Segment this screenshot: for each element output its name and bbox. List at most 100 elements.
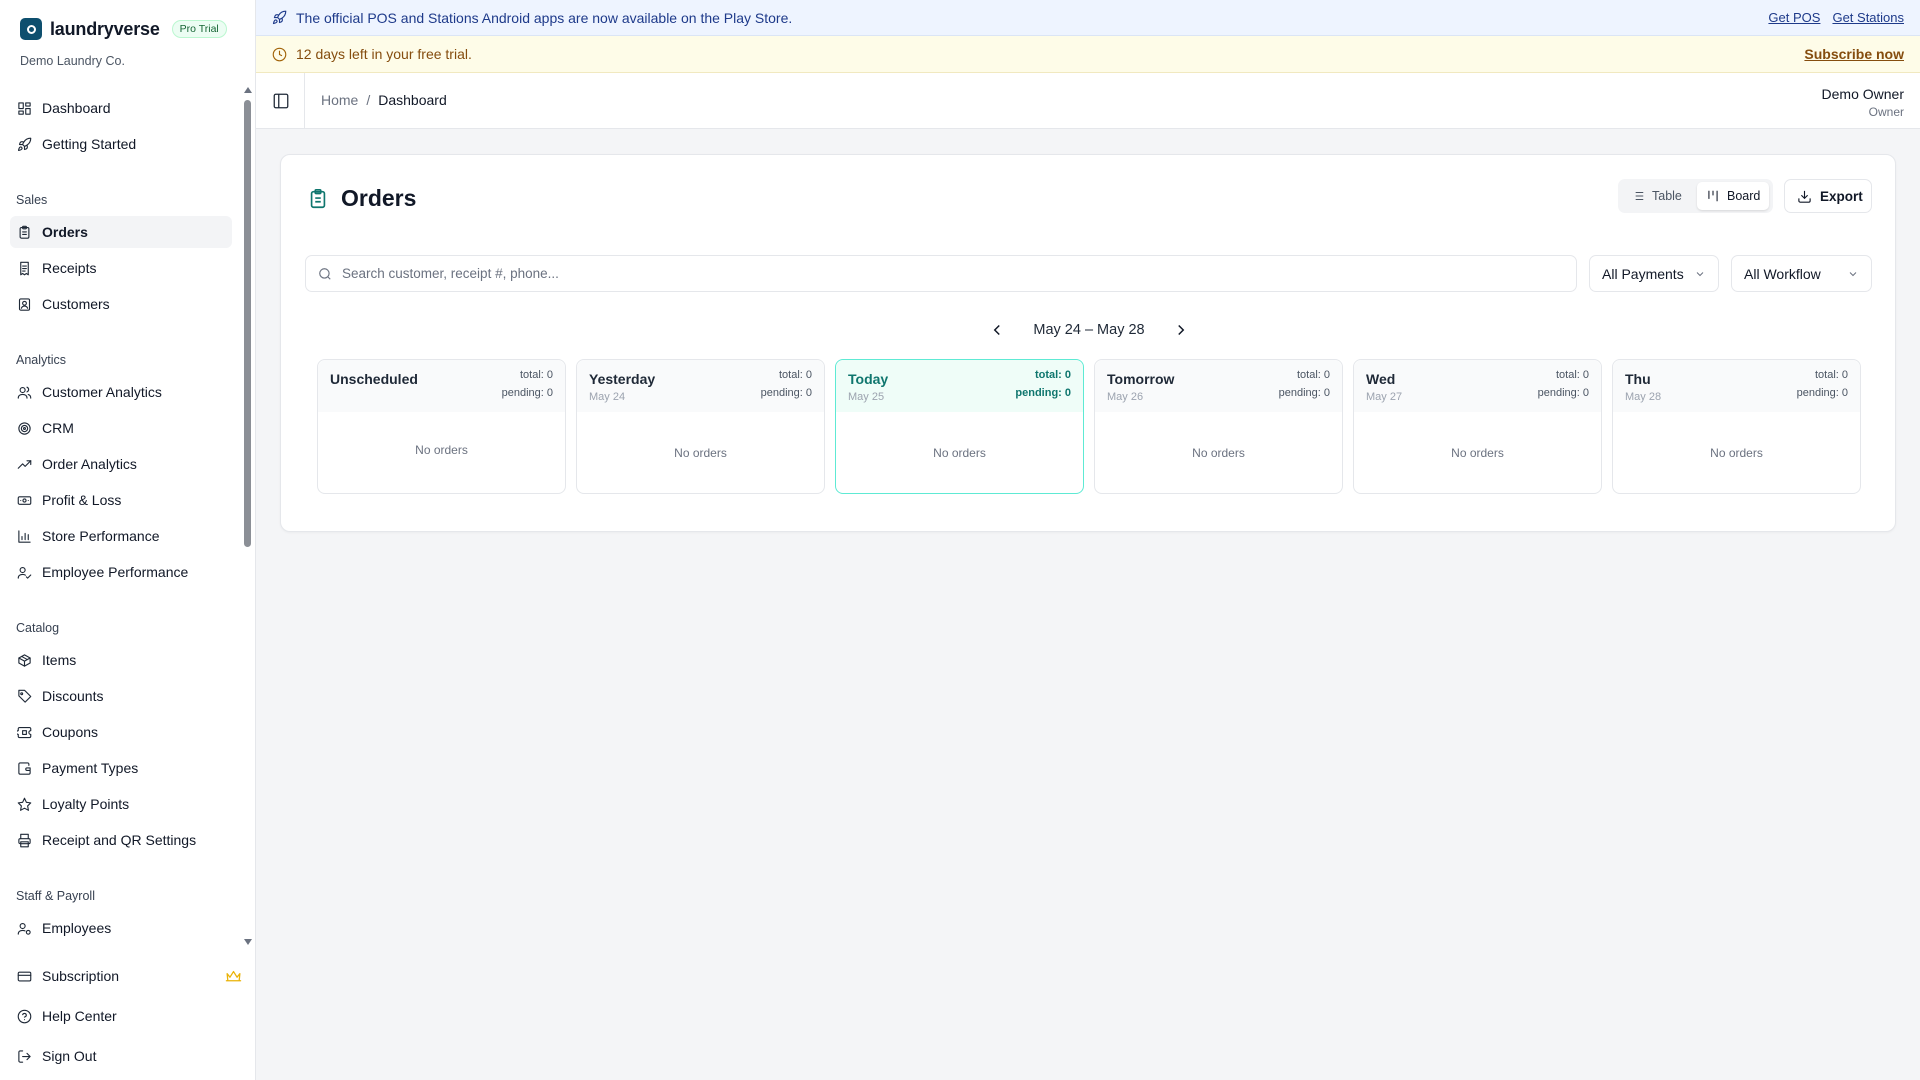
view-toggle: Table Board <box>1618 179 1773 213</box>
sidebar-item-receipt-qr-settings[interactable]: Receipt and QR Settings <box>10 824 232 856</box>
sidebar-toggle-button[interactable] <box>272 92 290 110</box>
sidebar-item-label: Subscription <box>42 968 120 984</box>
board-column-today: Today May 25 total: 0 pending: 0 No orde… <box>835 359 1084 494</box>
table-view-button[interactable]: Table <box>1622 182 1691 210</box>
sidebar-item-store-performance[interactable]: Store Performance <box>10 520 232 552</box>
sidebar-item-label: Customers <box>42 296 110 312</box>
workflow-filter-value: All Workflow <box>1744 265 1821 282</box>
next-range-button[interactable] <box>1172 321 1190 339</box>
get-pos-link[interactable]: Get POS <box>1768 10 1820 25</box>
board-view-label: Board <box>1727 189 1761 203</box>
sidebar-item-employee-performance[interactable]: Employee Performance <box>10 556 232 588</box>
column-empty-state: No orders <box>674 446 727 460</box>
log-out-icon <box>18 1049 31 1063</box>
sidebar-item-discounts[interactable]: Discounts <box>10 680 232 712</box>
column-pending: pending: 0 <box>1796 387 1848 399</box>
clock-icon <box>272 47 287 61</box>
bar-chart-icon <box>18 529 31 543</box>
column-empty-state: No orders <box>1710 446 1763 460</box>
column-date: May 27 <box>1366 391 1403 403</box>
sidebar-item-employees[interactable]: Employees <box>10 912 232 944</box>
brand[interactable]: laundryverse Pro Trial <box>20 18 227 40</box>
dashboard-icon <box>18 101 31 115</box>
sidebar-item-label: Payment Types <box>42 760 139 776</box>
download-icon <box>1798 190 1811 203</box>
sidebar-item-label: Help Center <box>42 1008 117 1024</box>
banknote-icon <box>17 495 32 505</box>
nav-group-staff-payroll: Staff & Payroll <box>16 889 95 903</box>
sidebar-item-crm[interactable]: CRM <box>10 412 232 444</box>
company-name: Demo Laundry Co. <box>20 54 125 68</box>
column-empty-state: No orders <box>1451 446 1504 460</box>
chevron-down-icon <box>1849 271 1857 276</box>
search-box <box>305 255 1577 292</box>
board-view-button[interactable]: Board <box>1697 182 1770 210</box>
sidebar-item-sign-out[interactable]: Sign Out <box>10 1040 242 1072</box>
orders-card: Orders Table Board Export All Payments A… <box>280 154 1896 532</box>
search-input[interactable] <box>342 266 1542 281</box>
sidebar-item-loyalty-points[interactable]: Loyalty Points <box>10 788 232 820</box>
column-date: May 26 <box>1107 391 1144 403</box>
sidebar-item-profit-loss[interactable]: Profit & Loss <box>10 484 232 516</box>
scroll-down-arrow-icon[interactable] <box>244 939 252 945</box>
column-title: Thu <box>1625 371 1651 387</box>
column-title: Wed <box>1366 371 1396 387</box>
breadcrumb-home[interactable]: Home <box>321 92 358 108</box>
breadcrumb: Home / Dashboard <box>321 92 447 108</box>
user-menu[interactable]: Demo Owner Owner <box>1822 86 1904 119</box>
column-total: total: 0 <box>1814 369 1848 381</box>
wallet-icon <box>18 761 31 775</box>
scroll-up-arrow-icon[interactable] <box>244 87 252 93</box>
brand-name: laundryverse <box>50 18 160 39</box>
package-icon <box>18 653 31 667</box>
subscribe-now-link[interactable]: Subscribe now <box>1804 46 1904 62</box>
plan-badge: Pro Trial <box>171 20 227 38</box>
tag-icon <box>18 689 32 703</box>
sidebar-item-label: Receipts <box>42 260 97 276</box>
column-title: Tomorrow <box>1107 371 1175 387</box>
workflow-filter-select[interactable]: All Workflow <box>1731 255 1872 292</box>
column-pending: pending: 0 <box>760 387 812 399</box>
board-column-thu: Thu May 28 total: 0 pending: 0 No orders <box>1612 359 1861 494</box>
column-title: Today <box>848 371 889 387</box>
sidebar-item-dashboard[interactable]: Dashboard <box>10 92 232 124</box>
sidebar-item-help-center[interactable]: Help Center <box>10 1000 242 1032</box>
list-icon <box>1632 191 1644 201</box>
sidebar-item-getting-started[interactable]: Getting Started <box>10 128 232 160</box>
sidebar-item-label: Orders <box>42 224 88 240</box>
sidebar-item-label: Getting Started <box>42 136 137 152</box>
sidebar-item-label: CRM <box>42 420 74 436</box>
column-empty-state: No orders <box>933 446 986 460</box>
sidebar-item-label: Items <box>42 652 77 668</box>
column-pending: pending: 0 <box>1015 387 1071 399</box>
sidebar-item-coupons[interactable]: Coupons <box>10 716 232 748</box>
sidebar-item-orders[interactable]: Orders <box>10 216 232 248</box>
target-icon <box>18 421 31 435</box>
sidebar-scroll-thumb[interactable] <box>244 100 251 547</box>
sidebar-item-customers[interactable]: Customers <box>10 288 232 320</box>
column-total: total: 0 <box>778 369 812 381</box>
top-header: Home / Dashboard Demo Owner Owner <box>256 73 1920 129</box>
get-stations-link[interactable]: Get Stations <box>1832 10 1904 25</box>
payments-filter-select[interactable]: All Payments <box>1589 255 1719 292</box>
sidebar-item-customer-analytics[interactable]: Customer Analytics <box>10 376 232 408</box>
kanban-icon <box>1708 190 1718 202</box>
sidebar-item-receipts[interactable]: Receipts <box>10 252 232 284</box>
sidebar-item-label: Dashboard <box>42 100 111 116</box>
header-divider <box>304 73 305 129</box>
receipt-icon <box>20 261 29 275</box>
date-range-label: May 24 – May 28 <box>1033 322 1145 338</box>
payments-filter-value: All Payments <box>1602 265 1684 282</box>
sidebar-item-items[interactable]: Items <box>10 644 232 676</box>
user-check-icon <box>17 566 32 579</box>
chevron-down-icon <box>1696 271 1704 276</box>
sidebar-item-subscription[interactable]: Subscription <box>10 960 242 992</box>
star-icon <box>17 797 32 811</box>
column-date: May 25 <box>848 391 885 403</box>
export-button[interactable]: Export <box>1784 179 1872 213</box>
sidebar-item-payment-types[interactable]: Payment Types <box>10 752 232 784</box>
column-header: Unscheduled total: 0 pending: 0 <box>318 360 565 412</box>
sidebar-item-order-analytics[interactable]: Order Analytics <box>10 448 232 480</box>
sidebar-item-label: Store Performance <box>42 528 160 544</box>
nav-group-analytics: Analytics <box>16 353 67 367</box>
